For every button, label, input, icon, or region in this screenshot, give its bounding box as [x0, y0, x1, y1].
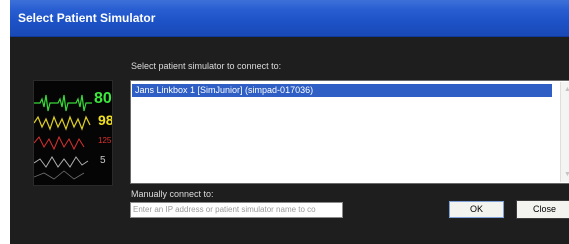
scroll-up-icon[interactable]: ▲ — [562, 84, 569, 95]
vital-signs-illustration: 80 98 125 5 — [34, 81, 112, 185]
manual-connect-label: Manually connect to: — [131, 189, 214, 199]
simulator-list[interactable]: Jans Linkbox 1 [SimJunior] (simpad-01703… — [130, 80, 569, 184]
title-bar[interactable]: Select Patient Simulator — [10, 0, 569, 37]
dialog-window: Select Patient Simulator 80 98 125 5 Sel… — [10, 0, 569, 244]
manual-connect-input[interactable]: Enter an IP address or patient simulator… — [130, 202, 343, 218]
window-title: Select Patient Simulator — [18, 11, 156, 25]
respiration-reading: 5 — [100, 155, 106, 166]
simulator-list-item[interactable]: Jans Linkbox 1 [SimJunior] (simpad-01703… — [132, 84, 552, 97]
patient-monitor-image: 80 98 125 5 — [33, 80, 113, 186]
scroll-down-icon[interactable]: ▼ — [562, 169, 569, 180]
simulator-list-label: Select patient simulator to connect to: — [131, 61, 282, 71]
list-scrollbar[interactable]: ▲ ▼ — [560, 82, 569, 182]
ok-button[interactable]: OK — [448, 200, 505, 219]
close-button[interactable]: Close — [516, 200, 569, 219]
heart-rate-reading: 80 — [94, 90, 112, 107]
spo2-reading: 98 — [98, 112, 112, 128]
blood-pressure-reading: 125 — [98, 136, 112, 145]
